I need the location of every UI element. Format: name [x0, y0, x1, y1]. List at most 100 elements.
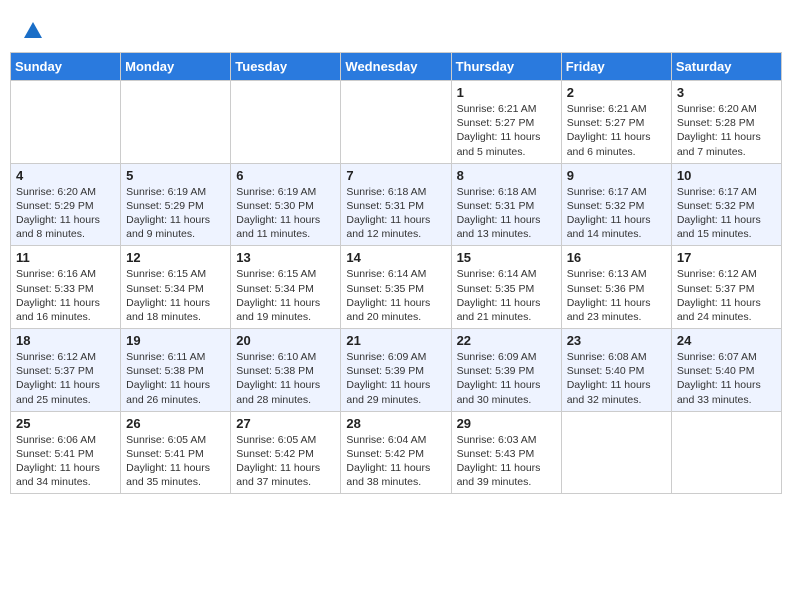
- day-cell: 1 Sunrise: 6:21 AM Sunset: 5:27 PM Daylig…: [451, 81, 561, 164]
- day-info: Sunrise: 6:21 AM Sunset: 5:27 PM Dayligh…: [457, 102, 556, 159]
- day-cell: 5 Sunrise: 6:19 AM Sunset: 5:29 PM Daylig…: [121, 163, 231, 246]
- day-info: Sunrise: 6:05 AM Sunset: 5:42 PM Dayligh…: [236, 433, 335, 490]
- day-number: 18: [16, 333, 115, 348]
- day-cell: 22 Sunrise: 6:09 AM Sunset: 5:39 PM Dayli…: [451, 329, 561, 412]
- day-cell: [561, 411, 671, 494]
- day-cell: 28Sunrise: 6:04 AM Sunset: 5:42 PM Dayli…: [341, 411, 451, 494]
- day-number: 19: [126, 333, 225, 348]
- header: [10, 10, 782, 47]
- week-row-2: 4 Sunrise: 6:20 AM Sunset: 5:29 PM Daylig…: [11, 163, 782, 246]
- day-info: Sunrise: 6:20 AM Sunset: 5:28 PM Dayligh…: [677, 102, 776, 159]
- weekday-header-tuesday: Tuesday: [231, 53, 341, 81]
- day-number: 3: [677, 85, 776, 100]
- day-cell: [121, 81, 231, 164]
- day-cell: 19 Sunrise: 6:11 AM Sunset: 5:38 PM Dayli…: [121, 329, 231, 412]
- day-number: 22: [457, 333, 556, 348]
- weekday-header-sunday: Sunday: [11, 53, 121, 81]
- day-info: Sunrise: 6:05 AM Sunset: 5:41 PM Dayligh…: [126, 433, 225, 490]
- day-info: Sunrise: 6:10 AM Sunset: 5:38 PM Dayligh…: [236, 350, 335, 407]
- day-number: 5: [126, 168, 225, 183]
- day-info: Sunrise: 6:13 AM Sunset: 5:36 PM Dayligh…: [567, 267, 666, 324]
- day-cell: 29 Sunrise: 6:03 AM Sunset: 5:43 PM Dayli…: [451, 411, 561, 494]
- logo-icon: [22, 20, 44, 42]
- weekday-header-saturday: Saturday: [671, 53, 781, 81]
- day-number: 27: [236, 416, 335, 431]
- day-info: Sunrise: 6:18 AM Sunset: 5:31 PM Dayligh…: [457, 185, 556, 242]
- day-info: Sunrise: 6:14 AM Sunset: 5:35 PM Dayligh…: [457, 267, 556, 324]
- day-info: Sunrise: 6:15 AM Sunset: 5:34 PM Dayligh…: [126, 267, 225, 324]
- day-cell: 7 Sunrise: 6:18 AM Sunset: 5:31 PM Daylig…: [341, 163, 451, 246]
- day-number: 25: [16, 416, 115, 431]
- weekday-header-friday: Friday: [561, 53, 671, 81]
- day-number: 10: [677, 168, 776, 183]
- week-row-4: 18Sunrise: 6:12 AM Sunset: 5:37 PM Dayli…: [11, 329, 782, 412]
- weekday-header-row: SundayMondayTuesdayWednesdayThursdayFrid…: [11, 53, 782, 81]
- day-number: 20: [236, 333, 335, 348]
- day-number: 6: [236, 168, 335, 183]
- weekday-header-monday: Monday: [121, 53, 231, 81]
- day-number: 16: [567, 250, 666, 265]
- day-number: 4: [16, 168, 115, 183]
- day-cell: 23 Sunrise: 6:08 AM Sunset: 5:40 PM Dayli…: [561, 329, 671, 412]
- day-info: Sunrise: 6:03 AM Sunset: 5:43 PM Dayligh…: [457, 433, 556, 490]
- day-cell: 15 Sunrise: 6:14 AM Sunset: 5:35 PM Dayli…: [451, 246, 561, 329]
- day-info: Sunrise: 6:15 AM Sunset: 5:34 PM Dayligh…: [236, 267, 335, 324]
- day-number: 23: [567, 333, 666, 348]
- day-cell: 26 Sunrise: 6:05 AM Sunset: 5:41 PM Dayli…: [121, 411, 231, 494]
- day-number: 29: [457, 416, 556, 431]
- day-number: 8: [457, 168, 556, 183]
- day-number: 14: [346, 250, 445, 265]
- day-info: Sunrise: 6:09 AM Sunset: 5:39 PM Dayligh…: [346, 350, 445, 407]
- day-cell: [341, 81, 451, 164]
- day-cell: 20 Sunrise: 6:10 AM Sunset: 5:38 PM Dayli…: [231, 329, 341, 412]
- day-info: Sunrise: 6:20 AM Sunset: 5:29 PM Dayligh…: [16, 185, 115, 242]
- day-cell: 24 Sunrise: 6:07 AM Sunset: 5:40 PM Dayli…: [671, 329, 781, 412]
- day-info: Sunrise: 6:21 AM Sunset: 5:27 PM Dayligh…: [567, 102, 666, 159]
- day-number: 24: [677, 333, 776, 348]
- week-row-3: 11 Sunrise: 6:16 AM Sunset: 5:33 PM Dayli…: [11, 246, 782, 329]
- day-number: 17: [677, 250, 776, 265]
- day-cell: 27 Sunrise: 6:05 AM Sunset: 5:42 PM Dayli…: [231, 411, 341, 494]
- day-info: Sunrise: 6:09 AM Sunset: 5:39 PM Dayligh…: [457, 350, 556, 407]
- day-info: Sunrise: 6:19 AM Sunset: 5:30 PM Dayligh…: [236, 185, 335, 242]
- day-number: 11: [16, 250, 115, 265]
- day-info: Sunrise: 6:07 AM Sunset: 5:40 PM Dayligh…: [677, 350, 776, 407]
- day-cell: 9Sunrise: 6:17 AM Sunset: 5:32 PM Daylig…: [561, 163, 671, 246]
- weekday-header-thursday: Thursday: [451, 53, 561, 81]
- day-cell: 14 Sunrise: 6:14 AM Sunset: 5:35 PM Dayli…: [341, 246, 451, 329]
- week-row-1: 1 Sunrise: 6:21 AM Sunset: 5:27 PM Daylig…: [11, 81, 782, 164]
- day-cell: 8 Sunrise: 6:18 AM Sunset: 5:31 PM Daylig…: [451, 163, 561, 246]
- day-cell: 18Sunrise: 6:12 AM Sunset: 5:37 PM Dayli…: [11, 329, 121, 412]
- day-number: 26: [126, 416, 225, 431]
- week-row-5: 25 Sunrise: 6:06 AM Sunset: 5:41 PM Dayli…: [11, 411, 782, 494]
- day-cell: 12Sunrise: 6:15 AM Sunset: 5:34 PM Dayli…: [121, 246, 231, 329]
- day-info: Sunrise: 6:14 AM Sunset: 5:35 PM Dayligh…: [346, 267, 445, 324]
- day-cell: 3 Sunrise: 6:20 AM Sunset: 5:28 PM Daylig…: [671, 81, 781, 164]
- day-info: Sunrise: 6:17 AM Sunset: 5:32 PM Dayligh…: [677, 185, 776, 242]
- day-cell: 2Sunrise: 6:21 AM Sunset: 5:27 PM Daylig…: [561, 81, 671, 164]
- day-number: 28: [346, 416, 445, 431]
- day-cell: 16 Sunrise: 6:13 AM Sunset: 5:36 PM Dayli…: [561, 246, 671, 329]
- logo-text: [20, 20, 44, 42]
- day-info: Sunrise: 6:19 AM Sunset: 5:29 PM Dayligh…: [126, 185, 225, 242]
- day-cell: 11 Sunrise: 6:16 AM Sunset: 5:33 PM Dayli…: [11, 246, 121, 329]
- day-info: Sunrise: 6:12 AM Sunset: 5:37 PM Dayligh…: [677, 267, 776, 324]
- day-cell: 10 Sunrise: 6:17 AM Sunset: 5:32 PM Dayli…: [671, 163, 781, 246]
- day-info: Sunrise: 6:18 AM Sunset: 5:31 PM Dayligh…: [346, 185, 445, 242]
- day-info: Sunrise: 6:06 AM Sunset: 5:41 PM Dayligh…: [16, 433, 115, 490]
- day-info: Sunrise: 6:08 AM Sunset: 5:40 PM Dayligh…: [567, 350, 666, 407]
- day-cell: 17 Sunrise: 6:12 AM Sunset: 5:37 PM Dayli…: [671, 246, 781, 329]
- day-number: 1: [457, 85, 556, 100]
- day-number: 21: [346, 333, 445, 348]
- weekday-header-wednesday: Wednesday: [341, 53, 451, 81]
- day-cell: [671, 411, 781, 494]
- day-cell: [231, 81, 341, 164]
- day-cell: 4 Sunrise: 6:20 AM Sunset: 5:29 PM Daylig…: [11, 163, 121, 246]
- day-info: Sunrise: 6:11 AM Sunset: 5:38 PM Dayligh…: [126, 350, 225, 407]
- day-number: 7: [346, 168, 445, 183]
- day-number: 15: [457, 250, 556, 265]
- day-info: Sunrise: 6:17 AM Sunset: 5:32 PM Dayligh…: [567, 185, 666, 242]
- calendar-table: SundayMondayTuesdayWednesdayThursdayFrid…: [10, 52, 782, 494]
- day-cell: 25 Sunrise: 6:06 AM Sunset: 5:41 PM Dayli…: [11, 411, 121, 494]
- day-info: Sunrise: 6:16 AM Sunset: 5:33 PM Dayligh…: [16, 267, 115, 324]
